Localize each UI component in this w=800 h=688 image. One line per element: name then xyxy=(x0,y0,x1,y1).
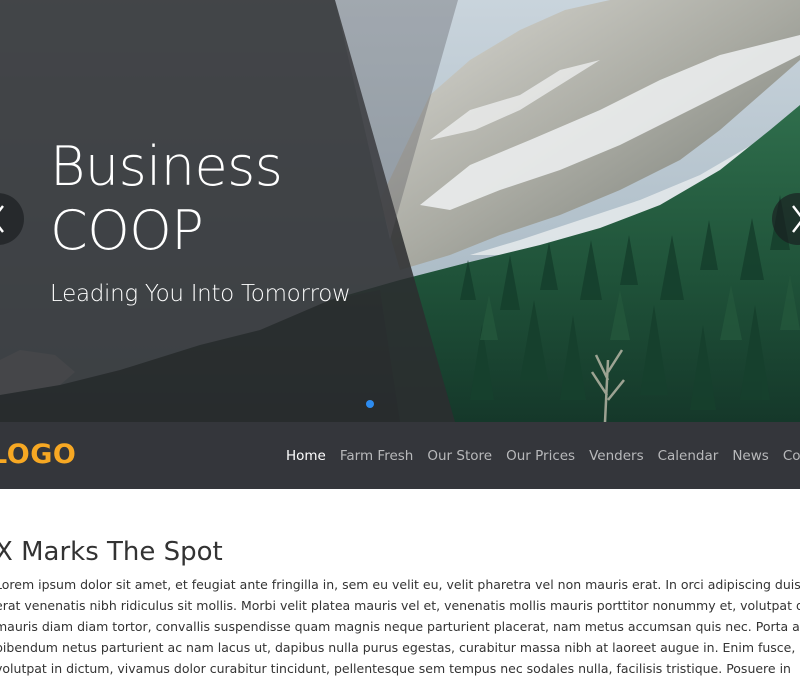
site-logo[interactable]: LOGO xyxy=(0,438,76,472)
hero-title-line-2: COOP xyxy=(50,199,204,262)
carousel-indicator-dot[interactable] xyxy=(366,400,374,408)
nav-link-home[interactable]: Home xyxy=(286,446,326,466)
nav-link-news[interactable]: News xyxy=(732,446,768,466)
nav-link-farm-fresh[interactable]: Farm Fresh xyxy=(340,446,414,466)
paragraph-line: erat venenatis nibh ridiculus sit mollis… xyxy=(0,598,800,613)
nav-link-our-store[interactable]: Our Store xyxy=(427,446,492,466)
hero-title: Business COOP xyxy=(50,135,390,263)
section-heading: X Marks The Spot xyxy=(0,537,223,567)
page: Business COOP Leading You Into Tomorrow … xyxy=(0,0,800,688)
paragraph-line: volutpat in dictum, vivamus dolor curabi… xyxy=(0,661,791,676)
paragraph-line: Lorem ipsum dolor sit amet, et feugiat a… xyxy=(0,577,800,592)
main-navbar: LOGO Home Farm Fresh Our Store Our Price… xyxy=(0,422,800,489)
nav-link-venders[interactable]: Venders xyxy=(589,446,644,466)
hero-caption: Business COOP Leading You Into Tomorrow xyxy=(50,135,390,309)
chevron-right-icon xyxy=(792,205,800,233)
carousel-indicators xyxy=(366,400,374,410)
nav-link-calendar[interactable]: Calendar xyxy=(658,446,719,466)
paragraph-line: mauris diam diam tortor, convallis suspe… xyxy=(0,619,800,634)
paragraph-line: bibendum netus parturient ac nam lacus u… xyxy=(0,640,796,655)
section-paragraph: Lorem ipsum dolor sit amet, et feugiat a… xyxy=(0,574,800,679)
hero-carousel: Business COOP Leading You Into Tomorrow xyxy=(0,0,800,422)
nav-links: Home Farm Fresh Our Store Our Prices Ven… xyxy=(286,422,800,489)
hero-subtitle: Leading You Into Tomorrow xyxy=(50,281,351,307)
nav-link-contact[interactable]: Contact xyxy=(783,446,800,466)
chevron-left-icon xyxy=(0,205,4,233)
nav-link-our-prices[interactable]: Our Prices xyxy=(506,446,575,466)
hero-title-line-1: Business xyxy=(50,135,283,198)
content-section: X Marks The Spot Lorem ipsum dolor sit a… xyxy=(0,489,800,679)
main-content: X Marks The Spot Lorem ipsum dolor sit a… xyxy=(0,489,800,688)
